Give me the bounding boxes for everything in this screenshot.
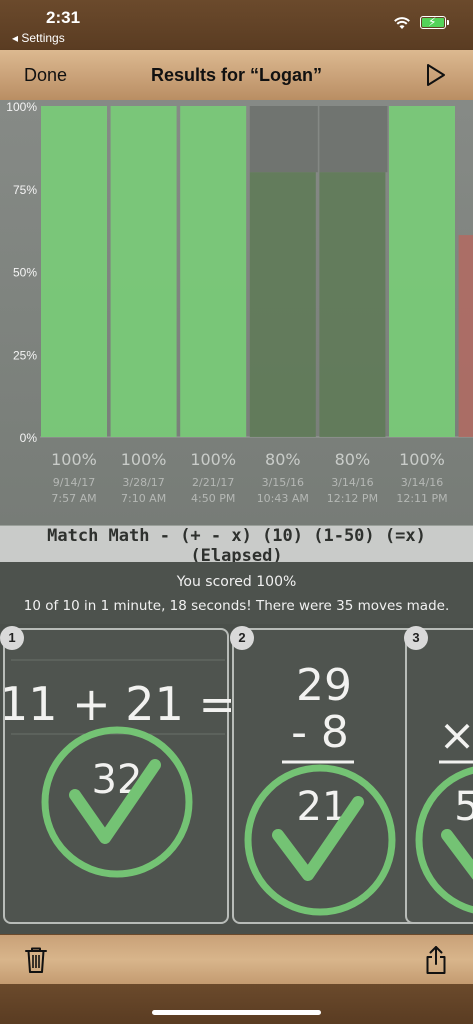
- bottom-toolbar: [0, 934, 473, 985]
- trash-icon[interactable]: [24, 946, 48, 974]
- home-area: [0, 984, 473, 1024]
- bar-time-label: 7:10 AM: [121, 492, 166, 505]
- battery-icon: ⚡: [420, 15, 449, 29]
- answer-text: 5: [454, 784, 473, 830]
- back-to-settings-link[interactable]: ◂ Settings: [12, 31, 65, 45]
- y-tick-label: 50%: [13, 266, 37, 280]
- bar-value-label: 100%: [51, 450, 97, 469]
- y-tick-label: 100%: [6, 100, 37, 114]
- bar-date-label: 3/28/17: [122, 476, 164, 489]
- problem-operator: ×: [439, 710, 473, 761]
- card-number-badge: 1: [0, 626, 24, 650]
- y-tick-label: 0%: [20, 431, 38, 445]
- navigation-bar: Done Results for “Logan”: [0, 50, 473, 101]
- status-bar: 2:31 ◂ Settings ⚡: [0, 0, 473, 50]
- bar-value-label: 100%: [399, 450, 445, 469]
- bar-time-label: 4:50 PM: [191, 492, 235, 505]
- problem-card[interactable]: 11 + 21 = 32: [3, 628, 231, 924]
- bar-value-label: 100%: [190, 450, 236, 469]
- problem-top: 29: [296, 660, 352, 711]
- y-tick-label: 25%: [13, 348, 37, 362]
- bar-date-label: 3/14/16: [401, 476, 443, 489]
- bar-date-label: 9/14/17: [53, 476, 95, 489]
- wifi-icon: [394, 17, 410, 29]
- chart-bar: [41, 106, 107, 437]
- score-text: You scored 100%: [176, 574, 297, 590]
- card-number-badge: 2: [230, 626, 254, 650]
- bar-time-label: 12:12 PM: [327, 492, 378, 505]
- chart-bar: [389, 106, 455, 437]
- score-summary: You scored 100% 10 of 10 in 1 minute, 18…: [0, 562, 473, 624]
- bar-background: [249, 106, 318, 173]
- bar-value-label: 80%: [265, 450, 301, 469]
- bar-date-label: 2/21/17: [192, 476, 234, 489]
- bar-date-label: 3/14/16: [331, 476, 373, 489]
- bar-background: [319, 106, 388, 173]
- problem-bottom: - 8: [291, 707, 349, 758]
- bar-time-label: 12:11 PM: [396, 492, 447, 505]
- problem-cards: 11 + 21 = 32 29 - 8 21 × 5 1 2 3: [0, 624, 473, 934]
- share-icon[interactable]: [424, 945, 448, 975]
- chart-bar: [180, 106, 247, 437]
- bar-value-label: 80%: [335, 450, 371, 469]
- y-tick-label: 75%: [13, 183, 37, 197]
- problem-text: 11 + 21 =: [5, 677, 231, 731]
- results-chart: 100% 75% 50% 25% 0% 100% 9/14/17 7:57 AM 100% 3/2…: [0, 100, 473, 525]
- problem-card[interactable]: × 5: [405, 628, 473, 924]
- results-bar-chart: 100% 75% 50% 25% 0% 100% 9/14/17 7:57 AM 100% 3/2…: [6, 100, 473, 505]
- chart-bar: [249, 172, 316, 437]
- play-icon[interactable]: [424, 62, 448, 88]
- home-indicator[interactable]: [152, 1010, 321, 1015]
- quiz-title: Match Math - (+ - x) (10) (1-50) (=x) (E…: [0, 525, 473, 566]
- bar-time-label: 7:57 AM: [51, 492, 96, 505]
- chart-bar: [458, 235, 473, 437]
- card-number-badge: 3: [404, 626, 428, 650]
- bar-time-label: 10:43 AM: [257, 492, 309, 505]
- chart-bar: [110, 106, 177, 437]
- page-title: Results for “Logan”: [150, 65, 322, 85]
- chart-bar: [319, 172, 386, 437]
- status-time: 2:31: [46, 8, 81, 27]
- bar-date-label: 3/15/16: [262, 476, 304, 489]
- score-detail: 10 of 10 in 1 minute, 18 seconds! There …: [23, 598, 450, 614]
- bar-value-label: 100%: [121, 450, 167, 469]
